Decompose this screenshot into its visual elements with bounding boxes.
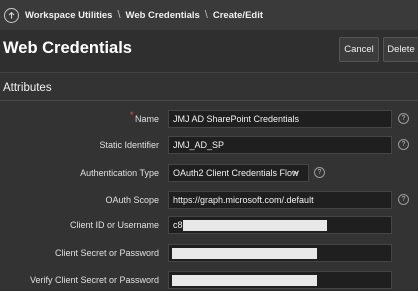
required-marker: * bbox=[130, 110, 134, 120]
authentication-type-select[interactable]: OAuth2 Client Credentials Flow bbox=[168, 164, 309, 182]
help-icon[interactable]: ? bbox=[398, 113, 409, 124]
redaction-bar bbox=[172, 275, 317, 286]
client-secret-label: Client Secret or Password bbox=[54, 248, 159, 258]
delete-button[interactable]: Delete bbox=[383, 37, 418, 62]
help-icon[interactable]: ? bbox=[314, 167, 325, 178]
client-id-label: Client ID or Username bbox=[69, 220, 159, 230]
cancel-button[interactable]: Cancel bbox=[339, 37, 379, 62]
help-icon[interactable]: ? bbox=[398, 194, 409, 205]
name-row: * Name JMJ AD SharePoint Credentials ? bbox=[0, 110, 418, 130]
up-arrow-icon[interactable] bbox=[4, 7, 19, 23]
region-divider bbox=[0, 100, 418, 101]
redaction-bar bbox=[172, 248, 317, 259]
authentication-type-value: OAuth2 Client Credentials Flow bbox=[173, 168, 299, 178]
verify-secret-label: Verify Client Secret or Password bbox=[29, 275, 159, 285]
redaction-bar bbox=[183, 220, 327, 231]
breadcrumb: Workspace Utilities \ Web Credentials \ … bbox=[0, 0, 418, 30]
client-id-row: Client ID or Username c8 bbox=[0, 216, 418, 236]
breadcrumb-separator: \ bbox=[204, 9, 208, 21]
name-field[interactable]: JMJ AD SharePoint Credentials bbox=[168, 110, 392, 128]
page-header: Web Credentials Cancel Delete bbox=[0, 30, 418, 72]
chevron-down-icon bbox=[292, 168, 300, 178]
oauth-scope-row: OAuth Scope https://graph.microsoft.com/… bbox=[0, 191, 418, 211]
breadcrumb-item-create-edit: Create/Edit bbox=[212, 9, 264, 21]
breadcrumb-separator: \ bbox=[117, 9, 121, 21]
breadcrumb-item-web-credentials[interactable]: Web Credentials bbox=[126, 10, 200, 21]
page-title: Web Credentials bbox=[3, 39, 132, 57]
oauth-scope-field[interactable]: https://graph.microsoft.com/.default bbox=[168, 191, 392, 209]
verify-secret-row: Verify Client Secret or Password bbox=[0, 271, 418, 291]
region-title: Attributes bbox=[3, 82, 52, 94]
client-id-value: c8 bbox=[173, 220, 183, 230]
client-secret-row: Client Secret or Password bbox=[0, 244, 418, 264]
static-identifier-field[interactable]: JMJ_AD_SP bbox=[168, 136, 392, 154]
attributes-region: Attributes * Name JMJ AD SharePoint Cred… bbox=[0, 72, 418, 290]
authentication-type-row: Authentication Type OAuth2 Client Creden… bbox=[0, 164, 418, 184]
oauth-scope-label: OAuth Scope bbox=[105, 195, 159, 205]
name-label: Name bbox=[134, 114, 159, 124]
static-identifier-label: Static Identifier bbox=[99, 140, 159, 150]
breadcrumb-item-workspace-utilities[interactable]: Workspace Utilities bbox=[25, 10, 112, 21]
authentication-type-label: Authentication Type bbox=[80, 168, 159, 178]
help-icon[interactable]: ? bbox=[398, 139, 409, 150]
static-identifier-row: Static Identifier JMJ_AD_SP ? bbox=[0, 136, 418, 156]
